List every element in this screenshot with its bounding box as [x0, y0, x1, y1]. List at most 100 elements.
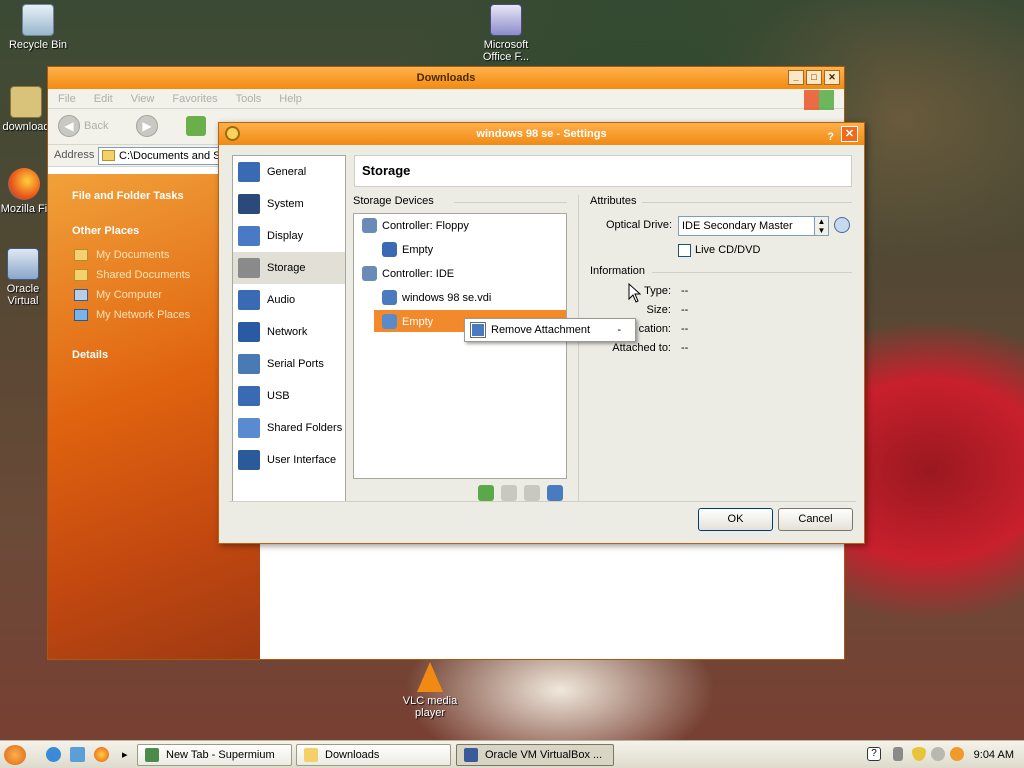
shared-folder-icon — [238, 418, 260, 438]
maximize-button[interactable]: □ — [806, 70, 822, 85]
information-label: Information — [590, 265, 646, 277]
folder-icon — [102, 150, 115, 161]
windows-logo-icon — [804, 90, 834, 110]
help-tray-icon[interactable]: ? — [867, 747, 881, 761]
system-chip-icon — [238, 194, 260, 214]
show-desktop-icon[interactable] — [70, 747, 85, 762]
info-key: Size: — [646, 304, 671, 316]
category-label: General — [267, 166, 307, 178]
info-value: -- — [681, 285, 689, 297]
ie-icon[interactable] — [46, 747, 61, 762]
remove-controller-icon[interactable] — [501, 485, 517, 501]
spin-arrows-icon[interactable]: ▲ ▼ — [814, 217, 828, 235]
storage-attachment-item[interactable]: windows 98 se.vdi — [382, 288, 492, 308]
link-label: My Documents — [96, 249, 170, 261]
divider — [642, 202, 852, 203]
category-label: Serial Ports — [267, 358, 324, 370]
storage-controller-item[interactable]: Controller: Floppy — [362, 216, 469, 236]
category-network[interactable]: Network — [233, 316, 345, 348]
close-button[interactable]: ✕ — [824, 70, 840, 85]
category-display[interactable]: Display — [233, 220, 345, 252]
start-button[interactable] — [4, 745, 26, 765]
address-value: C:\Documents and S — [119, 150, 221, 162]
taskbar-task-label: New Tab - Supermium — [166, 749, 275, 761]
menu-help[interactable]: Help — [279, 89, 302, 108]
desktop-icon-recycle-bin[interactable]: Recycle Bin — [0, 4, 76, 51]
choose-disc-icon[interactable] — [834, 217, 850, 233]
category-label: Display — [267, 230, 304, 242]
network-icon — [238, 322, 260, 342]
cancel-button[interactable]: Cancel — [778, 508, 853, 531]
remove-attachment-icon — [470, 322, 486, 338]
back-label: Back — [84, 120, 109, 132]
minimize-button[interactable]: _ — [788, 70, 804, 85]
category-serial-ports[interactable]: Serial Ports — [233, 348, 345, 380]
add-attachment-icon[interactable] — [478, 485, 494, 501]
tree-item-label: windows 98 se.vdi — [402, 292, 492, 304]
download-folder-icon — [10, 86, 42, 118]
category-audio[interactable]: Audio — [233, 284, 345, 316]
attributes-label: Attributes — [590, 195, 637, 207]
live-cd-label[interactable]: Live CD/DVD — [695, 244, 760, 256]
folder-icon — [304, 748, 318, 762]
category-usb[interactable]: USB — [233, 380, 345, 412]
add-disk-icon[interactable] — [524, 485, 540, 501]
desktop-icon-office[interactable]: Microsoft Office F... — [468, 4, 544, 63]
desktop-icon-virtualbox[interactable]: Oracle Virtual — [0, 248, 48, 307]
menu-favorites[interactable]: Favorites — [172, 89, 217, 108]
network-tray-icon[interactable] — [931, 747, 945, 761]
help-button[interactable]: ? — [827, 126, 834, 148]
remove-attachment-icon[interactable] — [547, 485, 563, 501]
dialog-title-bar[interactable]: windows 98 se - Settings ? ✕ — [219, 123, 864, 145]
taskbar-task[interactable]: New Tab - Supermium — [137, 744, 292, 766]
ok-button[interactable]: OK — [698, 508, 773, 531]
optical-drive-select[interactable]: IDE Secondary Master ▲ ▼ — [678, 216, 829, 236]
category-general[interactable]: General — [233, 156, 345, 188]
storage-controller-item[interactable]: Controller: IDE — [362, 264, 454, 284]
category-storage[interactable]: Storage — [233, 252, 345, 284]
taskbar: ▸ ? 9:04 AM New Tab - Supermium Downloads… — [0, 740, 1024, 768]
back-button[interactable]: ◀ — [58, 115, 80, 137]
firefox-icon[interactable] — [94, 747, 109, 762]
storage-attachment-item[interactable]: Empty — [382, 312, 433, 332]
storage-tree[interactable]: Controller: Floppy Empty Controller: IDE wi… — [353, 213, 567, 479]
up-folder-icon[interactable] — [186, 116, 206, 136]
category-system[interactable]: System — [233, 188, 345, 220]
section-title: Storage — [354, 155, 852, 187]
storage-attachment-item[interactable]: Empty — [382, 240, 433, 260]
category-list: General System Display Storage Audio Network S… — [232, 155, 346, 502]
security-shield-icon[interactable] — [912, 747, 926, 761]
category-label: Storage — [267, 262, 306, 274]
menu-view[interactable]: View — [131, 89, 155, 108]
search-tray-icon[interactable] — [950, 747, 964, 761]
desktop-icon-vlc[interactable]: VLC media player — [392, 662, 468, 719]
context-item-remove-attachment[interactable]: Remove Attachment — [491, 319, 590, 341]
dialog-title: windows 98 se - Settings — [476, 128, 607, 140]
settings-dialog: windows 98 se - Settings ? ✕ General Syst… — [218, 122, 865, 544]
floppy-controller-icon — [362, 218, 377, 233]
explorer-menu-bar: File Edit View Favorites Tools Help — [48, 89, 844, 109]
folder-icon — [74, 249, 88, 261]
live-cd-checkbox[interactable] — [678, 244, 691, 257]
optical-drive-value: IDE Secondary Master — [682, 220, 793, 232]
network-places-icon — [74, 309, 88, 321]
menu-edit[interactable]: Edit — [94, 89, 113, 108]
forward-button[interactable]: ▶ — [136, 115, 158, 137]
address-label: Address — [54, 149, 95, 161]
desktop-icon-label: Microsoft Office F... — [482, 39, 530, 63]
taskbar-task[interactable]: Oracle VM VirtualBox ... — [456, 744, 614, 766]
desktop-icon-label: Mozilla Fi — [0, 203, 48, 215]
menu-tools[interactable]: Tools — [236, 89, 262, 108]
category-label: System — [267, 198, 304, 210]
taskbar-task[interactable]: Downloads — [296, 744, 451, 766]
menu-file[interactable]: File — [58, 89, 76, 108]
quicklaunch-expand[interactable]: ▸ — [122, 748, 128, 761]
volume-icon[interactable] — [893, 747, 903, 761]
desktop-icon-firefox[interactable]: Mozilla Fi — [0, 168, 54, 215]
supermium-icon — [145, 748, 159, 762]
close-button[interactable]: ✕ — [841, 126, 858, 142]
explorer-title-bar[interactable]: Downloads _ □ ✕ — [48, 67, 844, 89]
clock[interactable]: 9:04 AM — [974, 741, 1014, 768]
category-user-interface[interactable]: User Interface — [233, 444, 345, 476]
category-shared-folders[interactable]: Shared Folders — [233, 412, 345, 444]
